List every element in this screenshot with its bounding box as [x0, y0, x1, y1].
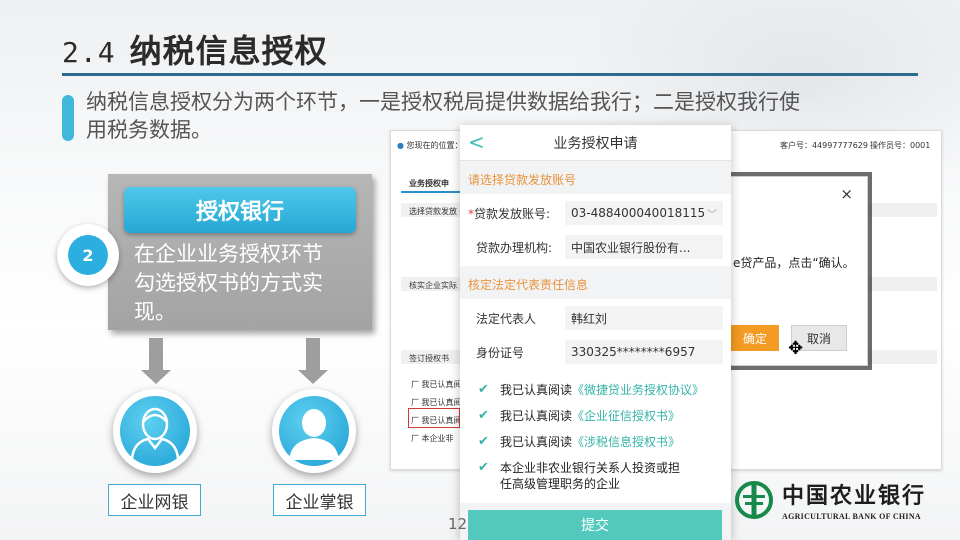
- highlight-box: [408, 408, 460, 428]
- mobile-banking-screen: < 业务授权申请 请选择贷款发放账号 *贷款发放账号: 03-488400040…: [460, 125, 731, 540]
- operator-number: 操作员号：0001: [870, 141, 931, 150]
- down-arrow-icon: [298, 338, 328, 384]
- id-row: 身份证号 330325********6957: [460, 335, 731, 369]
- step-heading: 授权银行: [124, 187, 356, 233]
- phone-title: 业务授权申请: [553, 135, 638, 152]
- channel-label-web: 企业网银: [108, 484, 201, 516]
- rep-row: 法定代表人 韩红刘: [460, 301, 731, 335]
- rep-value: 韩红刘: [565, 306, 723, 330]
- chevron-down-icon: ﹀: [707, 209, 717, 221]
- account-select[interactable]: 03-488400040018115 ﹀: [565, 201, 723, 225]
- abc-emblem-icon: [735, 480, 773, 519]
- logo-name-en: AGRICULTURAL BANK OF CHINA: [782, 512, 922, 521]
- web-section-select: 选择贷款发放: [409, 207, 457, 216]
- abc-logo: 中国农业银行 AGRICULTURAL BANK OF CHINA: [734, 478, 926, 521]
- agreement-link[interactable]: 《涉税信息授权书》: [572, 435, 680, 449]
- rep-group: 法定代表人 韩红刘 身份证号 330325********6957: [460, 299, 731, 371]
- web-check-item[interactable]: 厂 本企业非: [411, 433, 454, 444]
- checkmark-icon: ✔: [478, 408, 489, 423]
- step-description: 在企业业务授权环节勾选授权书的方式实现。: [134, 242, 323, 324]
- location-pin-icon: ●: [397, 141, 404, 150]
- back-icon[interactable]: <: [468, 130, 485, 154]
- web-tab[interactable]: 业务授权申: [409, 178, 449, 189]
- close-icon[interactable]: ×: [840, 185, 853, 203]
- agreement-checklist: ✔ 我已认真阅读《微捷贷业务授权协议》 ✔ 我已认真阅读《企业征信授权书》 ✔ 我已认…: [460, 371, 731, 503]
- checkmark-icon: ✔: [478, 434, 489, 449]
- step-badge: 2: [57, 224, 119, 286]
- account-row: *贷款发放账号: 03-488400040018115 ﹀: [460, 196, 731, 230]
- agreement-check-1[interactable]: ✔ 我已认真阅读《微捷贷业务授权协议》: [460, 377, 731, 403]
- phone-header: < 业务授权申请: [460, 125, 731, 161]
- submit-button[interactable]: 提交: [468, 510, 722, 540]
- location-text: 您现在的位置：: [406, 141, 463, 150]
- agreement-check-3[interactable]: ✔ 我已认真阅读《涉税信息授权书》: [460, 429, 731, 455]
- location-breadcrumb: ● 您现在的位置：: [397, 140, 463, 151]
- agreement-check-2[interactable]: ✔ 我已认真阅读《企业征信授权书》: [460, 403, 731, 429]
- person-silhouette-icon: [272, 389, 356, 473]
- person-avatar-icon: [113, 389, 197, 473]
- agreement-check-4[interactable]: ✔ 本企业非农业银行关系人投资或担任高级管理职务的企业: [460, 455, 731, 497]
- checkmark-icon: ✔: [478, 460, 489, 475]
- org-label: 贷款办理机构:: [476, 240, 553, 255]
- account-group: *贷款发放账号: 03-488400040018115 ﹀ 贷款办理机构: 中国农…: [460, 194, 731, 266]
- checkmark-icon: ✔: [478, 382, 489, 397]
- dialog-text: e贷产品，点击“确认。: [733, 256, 855, 270]
- agreement-link[interactable]: 《企业征信授权书》: [572, 409, 680, 423]
- section-rep-title: 核定法定代表责任信息: [468, 278, 589, 292]
- channel-label-mobile: 企业掌银: [273, 484, 366, 516]
- agreement-link[interactable]: 《微捷贷业务授权协议》: [572, 383, 704, 397]
- confirm-button[interactable]: 确定: [731, 325, 779, 351]
- id-label: 身份证号: [476, 345, 525, 360]
- web-section-sign: 签订授权书: [409, 354, 449, 363]
- rep-label: 法定代表人: [476, 311, 537, 326]
- section-number: 2.4: [62, 36, 116, 69]
- logo-name-cn: 中国农业银行: [782, 483, 927, 509]
- page-number: 12: [448, 515, 468, 533]
- slide-title: 2.4 纳税信息授权: [62, 26, 328, 72]
- move-cursor-icon: ✥: [788, 338, 804, 359]
- account-label: *贷款发放账号:: [468, 206, 551, 221]
- customer-number: 客户号：44997777629: [780, 141, 868, 150]
- down-arrow-icon: [141, 338, 171, 384]
- org-row: 贷款办理机构: 中国农业银行股份有...: [460, 230, 731, 264]
- intro-accent-bar: [62, 95, 74, 141]
- web-check-item[interactable]: 厂 我已认真阅: [411, 397, 462, 408]
- web-tab-underline: [401, 191, 461, 193]
- section-account-title: 请选择贷款发放账号: [468, 173, 577, 187]
- step-number: 2: [68, 235, 108, 275]
- id-value: 330325********6957: [565, 340, 723, 364]
- title-underline: [62, 73, 918, 76]
- org-value: 中国农业银行股份有...: [565, 235, 723, 259]
- web-section-verify: 核实企业实际: [409, 281, 457, 290]
- web-check-item[interactable]: 厂 我已认真阅: [411, 379, 462, 390]
- title-text: 纳税信息授权: [129, 32, 328, 70]
